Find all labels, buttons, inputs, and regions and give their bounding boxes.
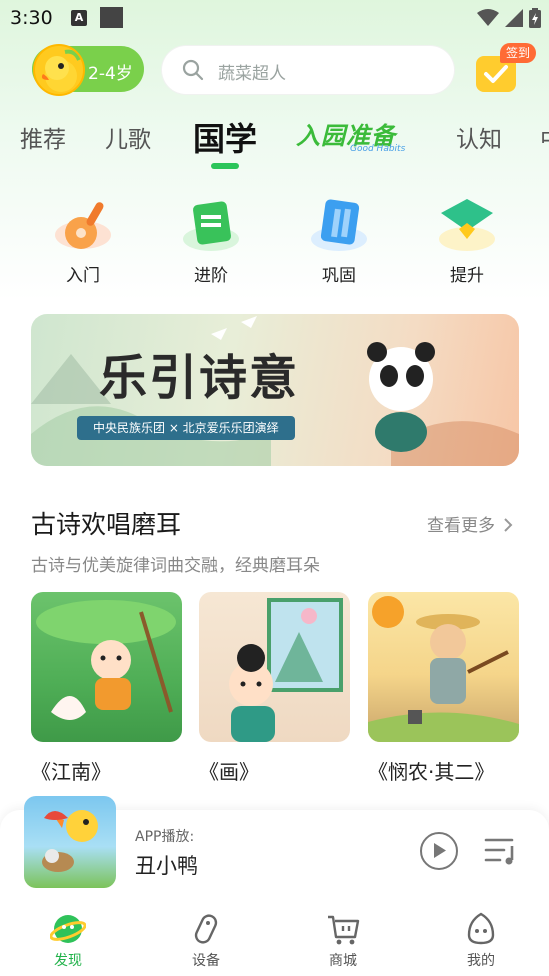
poem-thumbnail [199, 592, 350, 742]
tab-recommend[interactable]: 推荐 [20, 120, 66, 154]
planet-icon [49, 911, 87, 947]
status-bar: 3:30 A [0, 0, 549, 36]
player-track-name: 丑小鸭 [135, 854, 198, 878]
poem-title: 《江南》 [31, 760, 111, 784]
tab-more[interactable]: 中 [540, 120, 549, 154]
poem-title: 《悯农·其二》 [368, 760, 495, 784]
see-more-label: 查看更多 [427, 516, 495, 536]
bottom-navigation: 发现 设备 商城 我的 [0, 905, 549, 976]
player-cover[interactable] [24, 796, 116, 888]
cart-icon [325, 911, 361, 947]
age-label: 2-4岁 [88, 64, 133, 84]
status-time: 3:30 [10, 7, 53, 29]
category-label: 提升 [450, 266, 484, 286]
section-subtitle: 古诗与优美旋律词曲交融，经典磨耳朵 [31, 556, 320, 576]
playlist-button[interactable] [484, 836, 518, 870]
category-rumen[interactable]: 入门 [43, 195, 123, 286]
tab-school-ready-sub: Good Habits [350, 144, 406, 154]
top-header: 2-4岁 蔬菜超人 签到 [0, 40, 549, 100]
fan-icon [437, 195, 497, 255]
avatar[interactable] [33, 44, 85, 96]
nav-shop[interactable]: 商城 [303, 911, 383, 970]
poem-thumbnail [368, 592, 519, 742]
profile-icon [463, 911, 499, 947]
tab-active-indicator [211, 163, 239, 169]
poem-title: 《画》 [199, 760, 259, 784]
book-icon [181, 195, 241, 255]
signal-icon [505, 9, 523, 27]
category-label: 入门 [66, 266, 100, 286]
category-gonggu[interactable]: 巩固 [299, 195, 379, 286]
scroll-icon [309, 195, 369, 255]
poem-card-hua[interactable]: 《画》 [199, 592, 350, 785]
nav-label: 设备 [192, 953, 220, 969]
nav-profile[interactable]: 我的 [441, 911, 521, 970]
keyboard-a-icon: A [71, 10, 87, 26]
category-jinjie[interactable]: 进阶 [171, 195, 251, 286]
poem-thumbnail [31, 592, 182, 742]
play-icon [434, 843, 446, 858]
category-tabs: 推荐 儿歌 国学 入园准备 Good Habits 认知 中 [0, 108, 549, 170]
player-source-label: APP播放: [135, 829, 195, 845]
nav-label: 我的 [467, 953, 495, 969]
search-icon [182, 59, 204, 81]
poem-card-minnong[interactable]: 《悯农·其二》 [368, 592, 519, 785]
duckling-cover-icon [42, 810, 98, 872]
search-input[interactable]: 蔬菜超人 [162, 46, 454, 94]
notification-icon [100, 7, 123, 28]
nav-discover[interactable]: 发现 [28, 911, 108, 970]
nav-device[interactable]: 设备 [166, 911, 246, 970]
playlist-icon [484, 838, 514, 865]
banner-title: 乐引诗意 [99, 350, 300, 406]
tab-cognition[interactable]: 认知 [456, 120, 502, 154]
section-title: 古诗欢唱磨耳 [31, 510, 182, 539]
device-icon [188, 911, 224, 947]
battery-icon [529, 8, 541, 28]
search-placeholder: 蔬菜超人 [218, 64, 286, 84]
promo-banner[interactable]: 乐引诗意 中央民族乐团 × 北京爱乐乐团演绎 [31, 314, 519, 466]
play-button[interactable] [420, 832, 458, 870]
banner-subtitle: 中央民族乐团 × 北京爱乐乐团演绎 [77, 416, 295, 440]
category-tisheng[interactable]: 提升 [427, 195, 507, 286]
signin-button[interactable]: 签到 [472, 42, 542, 94]
chevron-right-icon [504, 518, 513, 532]
category-label: 巩固 [322, 266, 356, 286]
pipa-icon [53, 195, 113, 255]
tab-nursery-rhymes[interactable]: 儿歌 [105, 120, 151, 154]
poem-card-jiangnan[interactable]: 《江南》 [31, 592, 182, 785]
see-more-link[interactable]: 查看更多 [427, 511, 514, 536]
tab-guoxue[interactable]: 国学 [193, 114, 257, 160]
nav-label: 发现 [54, 953, 82, 969]
nav-label: 商城 [329, 953, 357, 969]
mini-player[interactable]: APP播放: 丑小鸭 [0, 796, 549, 910]
wifi-icon [477, 9, 499, 26]
signin-badge: 签到 [500, 43, 537, 63]
category-label: 进阶 [194, 266, 228, 286]
